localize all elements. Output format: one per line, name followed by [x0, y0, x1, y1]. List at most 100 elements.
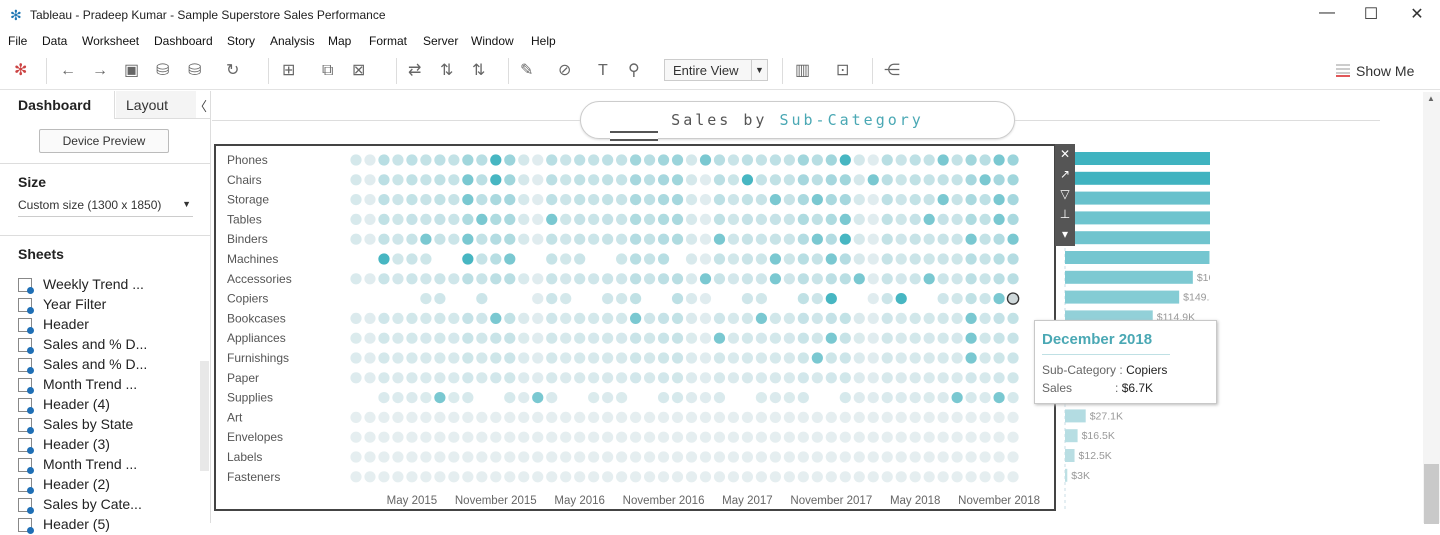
heatmap-dot[interactable] [616, 312, 628, 324]
heatmap-dot[interactable] [406, 431, 418, 443]
heatmap-dot[interactable] [420, 213, 432, 225]
maximize-icon[interactable]: ☐ [1348, 4, 1394, 24]
sheet-item[interactable]: Header [18, 315, 198, 335]
heatmap-dot[interactable] [853, 392, 865, 404]
heatmap-dot[interactable] [755, 451, 768, 463]
heatmap-dot[interactable] [965, 411, 977, 423]
heatmap-dot[interactable] [797, 352, 809, 364]
heatmap-dot[interactable] [630, 273, 642, 285]
heatmap-dot[interactable] [895, 293, 907, 305]
heatmap-dot[interactable] [713, 312, 726, 324]
heatmap-dot[interactable] [574, 194, 586, 206]
heatmap-dot[interactable] [434, 372, 446, 384]
heatmap-dot[interactable] [797, 273, 809, 285]
tab-dashboard[interactable]: Dashboard [0, 91, 115, 119]
heatmap-dot[interactable] [979, 352, 991, 364]
heatmap-dot[interactable] [560, 352, 572, 364]
heatmap-dot[interactable] [657, 253, 670, 265]
heatmap-dot[interactable] [979, 253, 991, 265]
heatmap-dot[interactable] [364, 194, 376, 206]
heatmap-dot[interactable] [979, 332, 991, 344]
heatmap-dot[interactable] [392, 431, 404, 443]
menu-server[interactable]: Server [423, 34, 458, 48]
heatmap-dot[interactable] [588, 332, 600, 344]
heatmap-dot[interactable] [881, 352, 893, 364]
heatmap-dot[interactable] [350, 213, 362, 225]
sheet-item[interactable]: Header (2) [18, 475, 198, 495]
heatmap-dot[interactable] [392, 154, 404, 166]
heatmap-dot[interactable] [643, 411, 656, 423]
heatmap-dot[interactable] [769, 253, 782, 265]
container-move-grip[interactable] [610, 131, 658, 141]
heatmap-dot[interactable] [504, 194, 516, 206]
heatmap-dot[interactable] [560, 451, 572, 463]
heatmap-dot[interactable] [350, 451, 362, 463]
heatmap-dot[interactable] [643, 312, 656, 324]
heatmap-dot[interactable] [951, 233, 963, 245]
heatmap-dot[interactable] [630, 431, 642, 443]
heatmap-dot[interactable] [518, 411, 530, 423]
heatmap-dot[interactable] [588, 471, 600, 483]
heatmap-dot[interactable] [755, 154, 768, 166]
monthly-heatmap-container[interactable]: Phones Chairs Storage Tables Binders Machines… [214, 144, 1056, 511]
heatmap-dot[interactable] [811, 174, 823, 186]
heatmap-dot[interactable] [783, 372, 795, 384]
heatmap-dot[interactable] [616, 233, 628, 245]
heatmap-dot[interactable] [476, 411, 488, 423]
heatmap-dot[interactable] [685, 154, 698, 166]
heatmap-dot[interactable] [588, 392, 600, 404]
heatmap-dot[interactable] [867, 312, 879, 324]
heatmap-dot[interactable] [462, 411, 474, 423]
heatmap-dot[interactable] [895, 233, 907, 245]
heatmap-dot[interactable] [867, 253, 879, 265]
heatmap-dot[interactable] [993, 312, 1005, 324]
heatmap-dot[interactable] [671, 194, 684, 206]
heatmap-dot[interactable] [685, 194, 698, 206]
heatmap-dot[interactable] [755, 233, 768, 245]
heatmap-dot[interactable] [895, 174, 907, 186]
heatmap-dot[interactable] [616, 352, 628, 364]
heatmap-dot[interactable] [741, 411, 754, 423]
heatmap-dot[interactable] [895, 471, 907, 483]
heatmap-dot[interactable] [769, 451, 782, 463]
heatmap-dot[interactable] [993, 372, 1005, 384]
heatmap-dot[interactable] [630, 352, 642, 364]
heatmap-dot[interactable] [462, 253, 474, 265]
heatmap-dot[interactable] [741, 174, 754, 186]
heatmap-dot[interactable] [1007, 233, 1019, 245]
heatmap-dot[interactable] [797, 411, 809, 423]
heatmap-dot[interactable] [909, 332, 921, 344]
heatmap-dot[interactable] [979, 312, 991, 324]
heatmap-dot[interactable] [755, 471, 768, 483]
heatmap-dot[interactable] [490, 253, 502, 265]
heatmap-dot[interactable] [476, 451, 488, 463]
heatmap-dot[interactable] [1007, 174, 1019, 186]
heatmap-dot[interactable] [420, 352, 432, 364]
heatmap-dot[interactable] [839, 233, 851, 245]
heatmap-dot[interactable] [923, 194, 935, 206]
heatmap-dot[interactable] [811, 372, 823, 384]
heatmap-dot[interactable] [588, 233, 600, 245]
heatmap-dot[interactable] [699, 352, 712, 364]
heatmap-dot[interactable] [783, 352, 795, 364]
heatmap-dot[interactable] [574, 451, 586, 463]
heatmap-dot[interactable] [797, 392, 809, 404]
heatmap-dot[interactable] [406, 154, 418, 166]
heatmap-dot[interactable] [811, 233, 823, 245]
heatmap-dot[interactable] [490, 431, 502, 443]
heatmap-dot[interactable] [755, 174, 768, 186]
heatmap-dot[interactable] [769, 174, 782, 186]
heatmap-dot[interactable] [546, 174, 558, 186]
heatmap-dot[interactable] [378, 431, 390, 443]
heatmap-dot[interactable] [657, 392, 670, 404]
heatmap-dot[interactable] [657, 194, 670, 206]
heatmap-dot[interactable] [602, 471, 614, 483]
heatmap-dot[interactable] [769, 431, 782, 443]
heatmap-dot[interactable] [965, 293, 977, 305]
menu-worksheet[interactable]: Worksheet [82, 34, 139, 48]
use-as-filter-icon[interactable]: ▽ [1055, 184, 1075, 204]
heatmap-dot[interactable] [392, 273, 404, 285]
heatmap-dot[interactable] [476, 471, 488, 483]
heatmap-dot[interactable] [755, 273, 768, 285]
heatmap-dot[interactable] [504, 372, 516, 384]
